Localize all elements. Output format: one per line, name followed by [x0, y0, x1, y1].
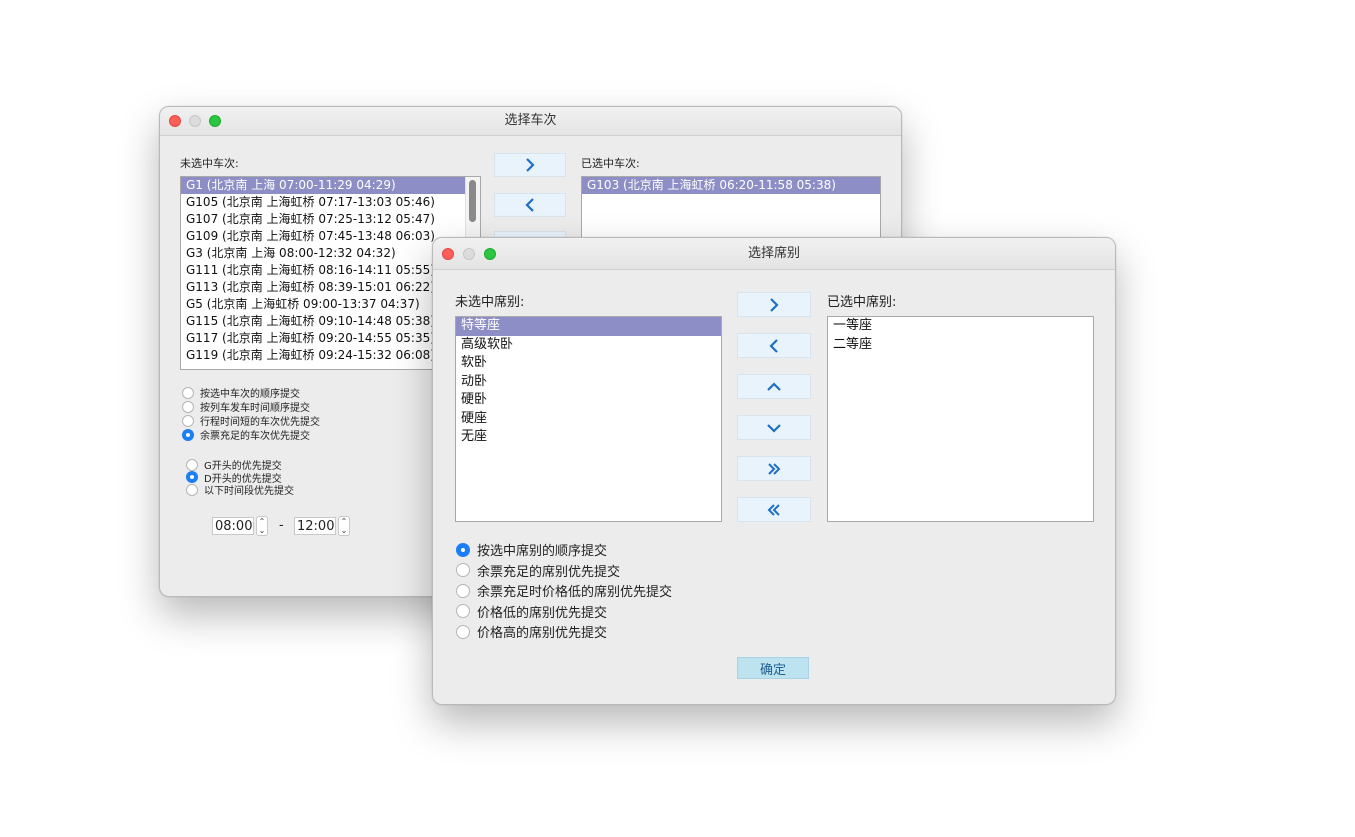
double-chevron-left-icon: [767, 503, 780, 516]
chevron-down-icon[interactable]: ⌄: [259, 526, 266, 535]
radio-option[interactable]: 余票充足时价格低的席别优先提交: [456, 581, 672, 600]
radio-label: 价格低的席别优先提交: [477, 605, 608, 621]
radio-option[interactable]: 以下时间段优先提交: [186, 482, 294, 497]
list-item[interactable]: 无座: [456, 428, 721, 447]
list-item[interactable]: 硬座: [456, 410, 721, 429]
seat-select-window: 选择席别 未选中席别: 特等座 高级软卧 软卧 动卧 硬卧 硬座 无座 已选中席别: 一等座…: [432, 237, 1116, 705]
chevron-left-icon: [769, 338, 778, 353]
radio-unchecked-icon[interactable]: [186, 483, 198, 496]
chevron-up-icon: [767, 381, 781, 391]
radio-label: 按选中席别的顺序提交: [477, 544, 608, 559]
radio-option[interactable]: 按选中车次的顺序提交: [182, 385, 300, 400]
selected-seats-list[interactable]: 一等座 二等座: [827, 316, 1094, 522]
unselected-trains-label: 未选中车次:: [180, 157, 239, 170]
radio-option[interactable]: 余票充足的车次优先提交: [182, 427, 310, 442]
start-time-field[interactable]: 08:00: [212, 517, 254, 535]
radio-label: 按选中车次的顺序提交: [200, 389, 300, 400]
list-item[interactable]: 一等座: [828, 317, 1093, 336]
radio-option[interactable]: 行程时间短的车次优先提交: [182, 413, 320, 428]
selected-trains-label: 已选中车次:: [581, 157, 640, 170]
list-item[interactable]: 动卧: [456, 373, 721, 392]
radio-label: 余票充足的车次优先提交: [200, 431, 310, 442]
double-chevron-right-icon: [768, 462, 781, 475]
chevron-right-icon: [526, 158, 535, 172]
list-item[interactable]: G105 (北京南 上海虹桥 07:17-13:03 05:46): [181, 194, 480, 211]
remove-all-button[interactable]: [737, 497, 811, 522]
scrollbar-thumb[interactable]: [469, 180, 476, 222]
start-time-value: 08:00: [215, 519, 253, 534]
end-time-field[interactable]: 12:00: [294, 517, 336, 535]
radio-label: 价格高的席别优先提交: [477, 626, 608, 641]
add-seat-button[interactable]: [737, 292, 811, 317]
radio-label: 按列车发车时间顺序提交: [200, 403, 310, 414]
radio-unchecked-icon[interactable]: [456, 604, 470, 618]
chevron-up-icon[interactable]: ⌃: [259, 517, 266, 526]
title-bar[interactable]: 选择车次: [160, 107, 901, 136]
radio-unchecked-icon[interactable]: [182, 414, 194, 427]
radio-option[interactable]: 价格高的席别优先提交: [456, 622, 607, 641]
radio-unchecked-icon[interactable]: [182, 386, 194, 399]
chevron-left-icon: [525, 198, 534, 212]
list-item[interactable]: G1 (北京南 上海 07:00-11:29 04:29): [181, 177, 480, 194]
list-item[interactable]: 高级软卧: [456, 336, 721, 355]
end-time-value: 12:00: [297, 519, 335, 534]
window-title: 选择席别: [747, 246, 800, 261]
radio-label: 余票充足的席别优先提交: [477, 564, 621, 580]
list-item[interactable]: 硬卧: [456, 391, 721, 410]
radio-unchecked-icon[interactable]: [456, 583, 470, 598]
chevron-up-icon[interactable]: ⌃: [341, 517, 348, 526]
time-separator: -: [279, 518, 284, 533]
radio-option[interactable]: 按选中席别的顺序提交: [456, 540, 607, 559]
chevron-down-icon: [767, 423, 781, 433]
list-item[interactable]: G103 (北京南 上海虹桥 06:20-11:58 05:38): [582, 177, 880, 194]
radio-option[interactable]: 按列车发车时间顺序提交: [182, 399, 310, 414]
title-bar[interactable]: 选择席别: [433, 238, 1115, 270]
list-item[interactable]: G107 (北京南 上海虹桥 07:25-13:12 05:47): [181, 211, 480, 228]
radio-label: 以下时间段优先提交: [204, 486, 294, 497]
list-item[interactable]: 软卧: [456, 354, 721, 373]
unselected-seats-list[interactable]: 特等座 高级软卧 软卧 动卧 硬卧 硬座 无座: [455, 316, 722, 522]
remove-seat-button[interactable]: [737, 333, 811, 358]
radio-checked-icon[interactable]: [182, 428, 194, 441]
move-up-button[interactable]: [737, 374, 811, 399]
unselected-seats-label: 未选中席别:: [455, 295, 525, 310]
list-item[interactable]: 特等座: [456, 317, 721, 336]
add-all-button[interactable]: [737, 456, 811, 481]
radio-unchecked-icon[interactable]: [456, 563, 470, 577]
window-title: 选择车次: [504, 113, 557, 128]
list-item[interactable]: 二等座: [828, 336, 1093, 355]
selected-seats-label: 已选中席别:: [827, 295, 897, 310]
move-down-button[interactable]: [737, 415, 811, 440]
radio-option[interactable]: 余票充足的席别优先提交: [456, 561, 620, 580]
chevron-down-icon[interactable]: ⌄: [341, 526, 348, 535]
radio-label: 余票充足时价格低的席别优先提交: [477, 585, 673, 600]
radio-label: 行程时间短的车次优先提交: [200, 417, 320, 428]
end-time-stepper[interactable]: ⌃ ⌄: [338, 516, 350, 536]
chevron-right-icon: [770, 297, 779, 312]
start-time-stepper[interactable]: ⌃ ⌄: [256, 516, 268, 536]
radio-option[interactable]: 价格低的席别优先提交: [456, 602, 607, 621]
radio-unchecked-icon[interactable]: [182, 400, 194, 413]
confirm-button[interactable]: 确定: [737, 657, 809, 679]
radio-checked-icon[interactable]: [456, 542, 470, 557]
radio-unchecked-icon[interactable]: [456, 624, 470, 639]
add-train-button[interactable]: [494, 153, 566, 177]
remove-train-button[interactable]: [494, 193, 566, 217]
